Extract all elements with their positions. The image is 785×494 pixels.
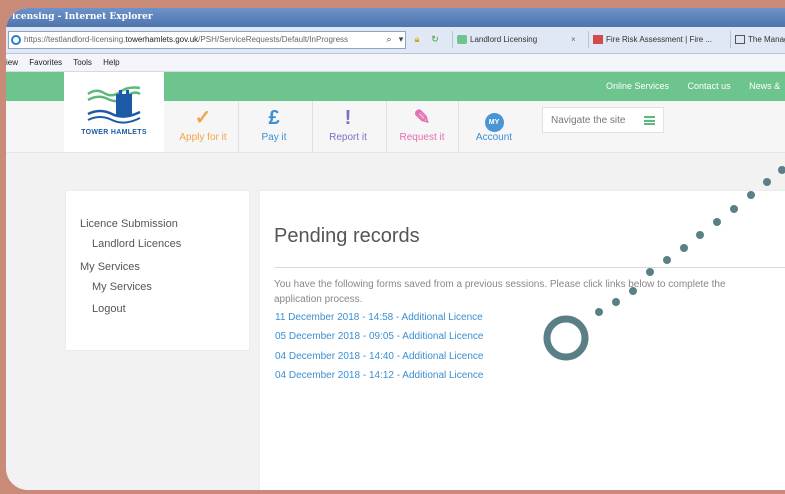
pointer-annotation: [543, 166, 785, 361]
target-ring-icon: [543, 315, 589, 361]
dotted-trail: [595, 166, 785, 316]
